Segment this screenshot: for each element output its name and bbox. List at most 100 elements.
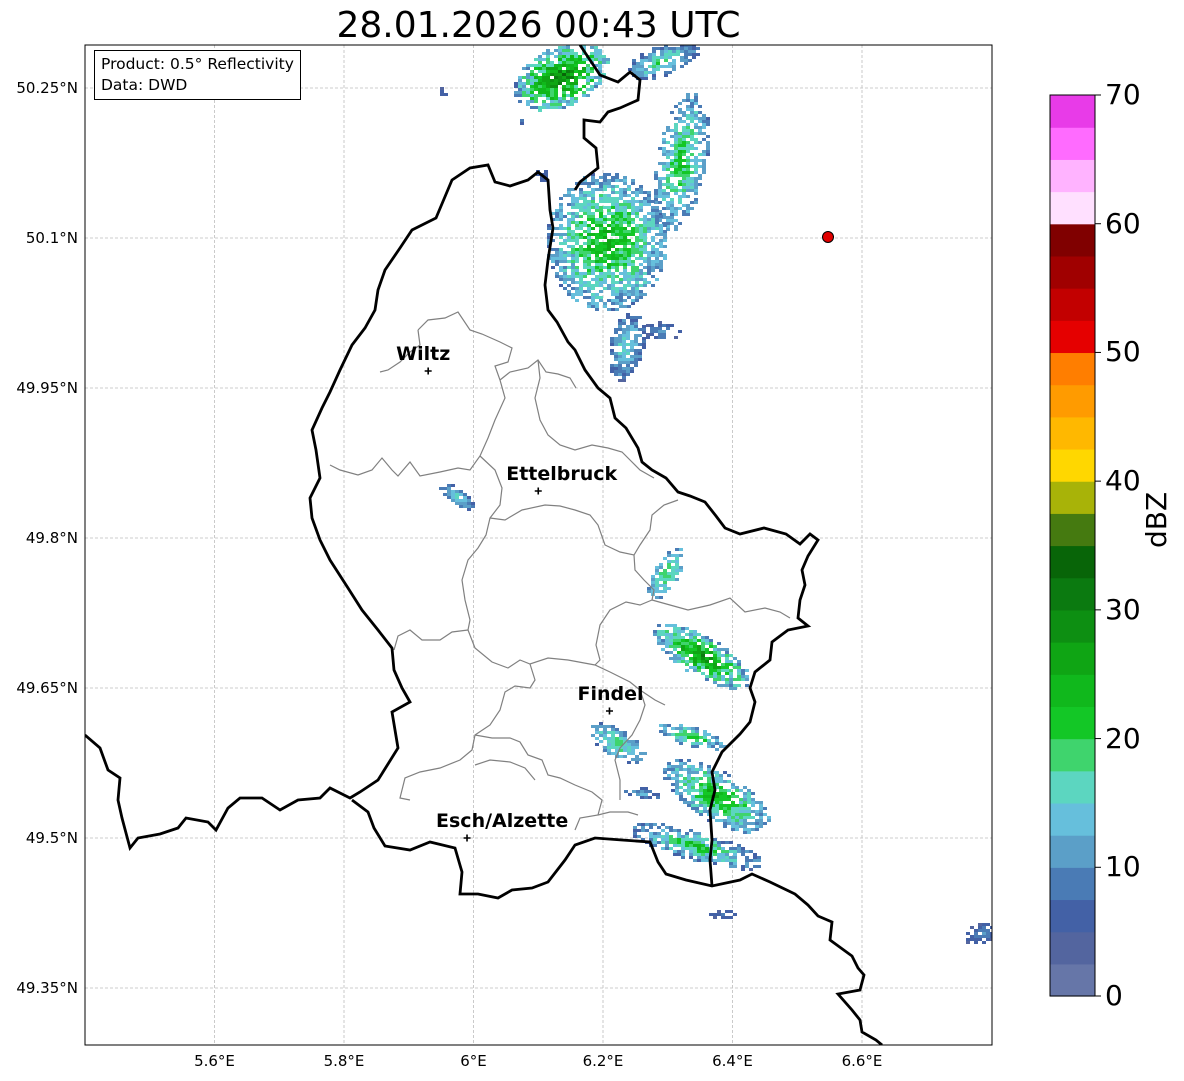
radar-cell [639,233,643,236]
radar-cell [603,230,607,233]
radar-cell [737,672,741,675]
radar-cell [689,844,693,847]
radar-cell [571,203,575,206]
radar-cell [666,129,670,132]
radar-cell [699,801,703,804]
radar-cell [599,269,603,272]
radar-cell [690,177,694,180]
radar-cell [639,239,643,242]
radar-cell [677,639,681,642]
radar-cell [691,733,695,736]
radar-cell [538,67,542,70]
radar-cell [566,88,570,91]
radar-cell [631,302,635,305]
radar-cell [587,281,591,284]
radar-cell [677,850,681,853]
radar-cell [618,343,622,346]
radar-cell [570,67,574,70]
radar-cell [698,126,702,129]
radar-cell [574,97,578,100]
radar-cell [595,233,599,236]
radar-cell [682,171,686,174]
radar-cell [599,248,603,251]
radar-cell [587,203,591,206]
radar-cell [687,736,691,739]
radar-cell [647,203,651,206]
radar-cell [459,499,463,502]
radar-cell [567,224,571,227]
radar-cell [666,174,670,177]
radar-cell [635,224,639,227]
radar-cell [713,669,717,672]
radar-cell [640,796,644,799]
radar-cell [731,807,735,810]
radar-cell [571,254,575,257]
radar-cell [618,352,622,355]
radar-cell [719,798,723,801]
radar-cell [651,221,655,224]
radar-cell [721,678,725,681]
radar-cell [618,325,622,328]
radar-cell [574,70,578,73]
radar-cell [670,210,674,213]
radar-cell [713,859,717,862]
radar-cell [657,826,661,829]
radar-cell [575,242,579,245]
radar-cell [666,156,670,159]
radar-cell [626,337,630,340]
radar-cell [615,230,619,233]
radar-cell [651,575,655,578]
radar-cell [719,745,723,748]
radar-cell [638,316,642,319]
radar-cell [666,186,670,189]
radar-cell [680,50,684,53]
radar-cell [690,189,694,192]
radar-cell [663,245,667,248]
radar-cell [586,94,590,97]
radar-cell [567,194,571,197]
radar-cell [747,810,751,813]
radar-cell [658,180,662,183]
radar-cell [699,795,703,798]
radar-cell [623,263,627,266]
radar-cell [685,648,689,651]
radar-cell [659,590,663,593]
radar-cell [611,728,615,731]
radar-cell [627,233,631,236]
radar-cell [655,257,659,260]
radar-cell [611,200,615,203]
radar-cell [715,810,719,813]
radar-cell [679,774,683,777]
radar-cell [682,177,686,180]
radar-cell [713,838,717,841]
radar-cell [665,838,669,841]
radar-cell [595,179,599,182]
radar-cell [591,269,595,272]
radar-cell [709,645,713,648]
radar-cell [599,263,603,266]
radar-cell [599,272,603,275]
radar-cell [694,147,698,150]
radar-cell [692,50,696,53]
radar-cell [719,804,723,807]
radar-cell [599,209,603,212]
radar-cell [607,266,611,269]
radar-cell [717,669,721,672]
radar-cell [666,327,670,330]
radar-cell [682,135,686,138]
radar-cell [574,88,578,91]
radar-cell [747,822,751,825]
radar-cell [571,287,575,290]
radar-cell [691,807,695,810]
radar-cell [578,88,582,91]
radar-cell [745,678,749,681]
radar-cell [583,290,587,293]
radar-cell [659,254,663,257]
radar-cell [697,645,701,648]
radar-cell [550,61,554,64]
radar-cell [579,254,583,257]
radar-cell [530,64,534,67]
radar-cell [657,642,661,645]
radar-cell [693,838,697,841]
radar-cell [681,850,685,853]
